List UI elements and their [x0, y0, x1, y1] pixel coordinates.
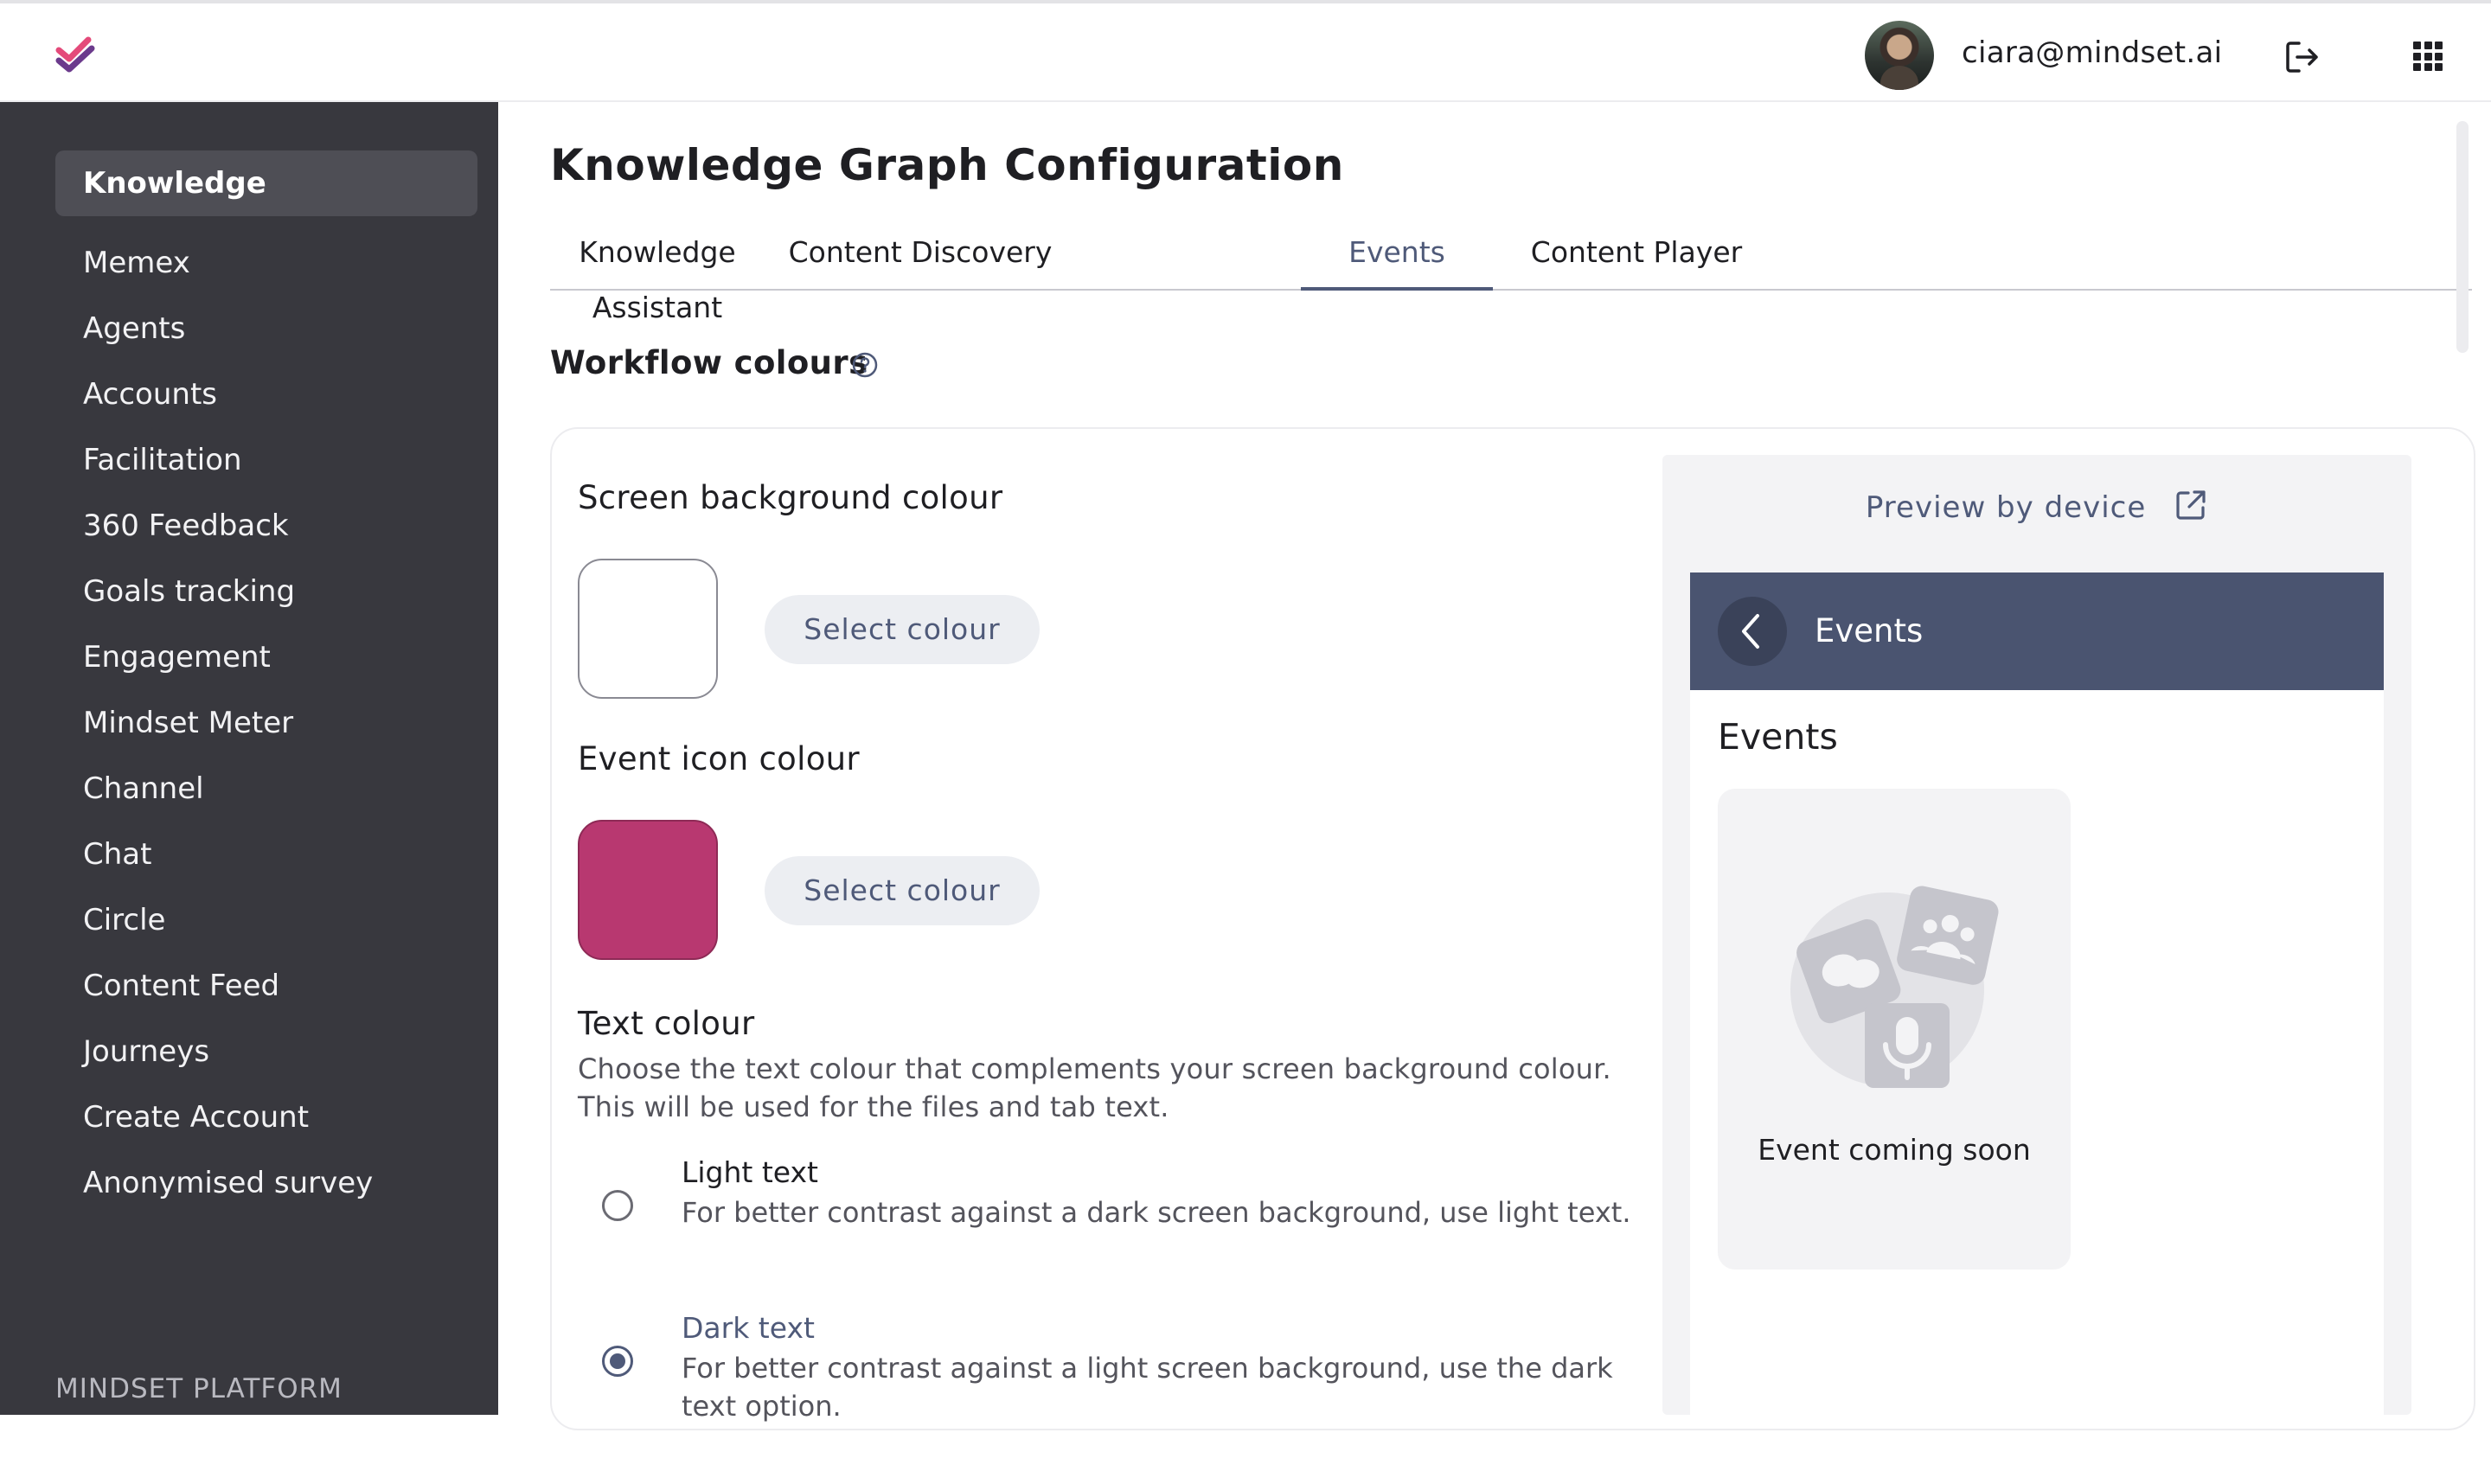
sidebar-item-knowledge[interactable]: Knowledge — [55, 150, 477, 216]
logo-icon[interactable] — [54, 33, 99, 78]
sidebar-item-facilitation[interactable]: Facilitation — [55, 427, 477, 493]
dark-text-description: For better contrast against a light scre… — [682, 1352, 1613, 1423]
apps-grid-icon[interactable] — [2413, 42, 2443, 71]
help-icon[interactable] — [851, 351, 879, 379]
event-illustration-icon — [1790, 886, 1999, 1088]
device-preview: Events Events Event coming soon — [1690, 572, 2384, 1415]
sidebar-item-content-feed[interactable]: Content Feed — [55, 953, 477, 1019]
back-button[interactable] — [1718, 597, 1787, 666]
text-colour-label: Text colour — [578, 1005, 755, 1042]
preview-header: Events — [1690, 572, 2384, 690]
event-coming-soon-text: Event coming soon — [1758, 1133, 2031, 1167]
sidebar-item-anonymised-survey[interactable]: Anonymised survey — [55, 1150, 477, 1216]
sidebar-item-accounts[interactable]: Accounts — [55, 361, 477, 427]
page-title: Knowledge Graph Configuration — [550, 140, 1344, 190]
text-colour-help: Choose the text colour that complements … — [578, 1050, 1633, 1126]
tab-bar: Knowledge Assistant Content Discovery Ev… — [550, 225, 2472, 324]
external-link-icon[interactable] — [2174, 488, 2208, 522]
dark-text-radio[interactable] — [602, 1346, 633, 1377]
sidebar-item-circle[interactable]: Circle — [55, 887, 477, 953]
preview-panel: Preview by device Events Events Event co… — [1662, 455, 2411, 1415]
tab-events[interactable]: Events — [1301, 225, 1493, 291]
preview-heading: Events — [1718, 716, 1838, 758]
dark-text-title[interactable]: Dark text — [682, 1311, 815, 1345]
chevron-left-icon — [1742, 614, 1759, 649]
version-label: Version : — [55, 1458, 153, 1484]
light-text-title[interactable]: Light text — [682, 1155, 818, 1189]
user-email[interactable]: ciara@mindset.ai — [1962, 35, 2222, 70]
sidebar-item-channel[interactable]: Channel — [55, 756, 477, 822]
select-screen-bg-button[interactable]: Select colour — [765, 595, 1040, 664]
sidebar-item-engagement[interactable]: Engagement — [55, 624, 477, 690]
section-title: Workflow colours — [550, 344, 868, 381]
version-value: () — [159, 1458, 178, 1484]
logout-icon[interactable] — [2283, 38, 2321, 76]
event-card[interactable]: Event coming soon — [1718, 789, 2071, 1270]
event-icon-label: Event icon colour — [578, 740, 860, 777]
preview-by-device-link[interactable]: Preview by device — [1662, 488, 2411, 525]
screen-bg-swatch[interactable] — [578, 559, 718, 699]
light-text-radio[interactable] — [602, 1190, 633, 1221]
sidebar-item-agents[interactable]: Agents — [55, 296, 477, 361]
sidebar-item-chat[interactable]: Chat — [55, 822, 477, 887]
platform-heading: MINDSET PLATFORM — [55, 1373, 343, 1404]
light-text-description: For better contrast against a dark scree… — [682, 1196, 1631, 1229]
text-colour-help-line: This will be used for the files and tab … — [578, 1091, 1169, 1123]
avatar[interactable] — [1865, 21, 1934, 90]
sidebar-item-360-feedback[interactable]: 360 Feedback — [55, 493, 477, 559]
tab-content-player[interactable]: Content Player — [1507, 225, 1766, 291]
screen-bg-label: Screen background colour — [578, 479, 1003, 516]
top-bar: ciara@mindset.ai — [0, 0, 2491, 102]
select-event-icon-button[interactable]: Select colour — [765, 856, 1040, 925]
preview-header-title: Events — [1815, 612, 1924, 649]
scrollbar[interactable] — [2456, 121, 2469, 353]
text-colour-help-line: Choose the text colour that complements … — [578, 1052, 1611, 1085]
version-info: Version : () — [55, 1458, 177, 1484]
sidebar-item-mindset-meter[interactable]: Mindset Meter — [55, 690, 477, 756]
event-icon-swatch[interactable] — [578, 820, 718, 960]
preview-link-label[interactable]: Preview by device — [1866, 490, 2146, 525]
tab-knowledge-assistant[interactable]: Knowledge Assistant — [550, 225, 765, 324]
sidebar: Knowledge Memex Agents Accounts Facilita… — [0, 102, 498, 1484]
sidebar-item-journeys[interactable]: Journeys — [55, 1019, 477, 1084]
sidebar-item-goals-tracking[interactable]: Goals tracking — [55, 559, 477, 624]
sidebar-item-memex[interactable]: Memex — [55, 230, 477, 296]
sidebar-item-create-account[interactable]: Create Account — [55, 1084, 477, 1150]
tab-content-discovery[interactable]: Content Discovery — [749, 225, 1092, 291]
